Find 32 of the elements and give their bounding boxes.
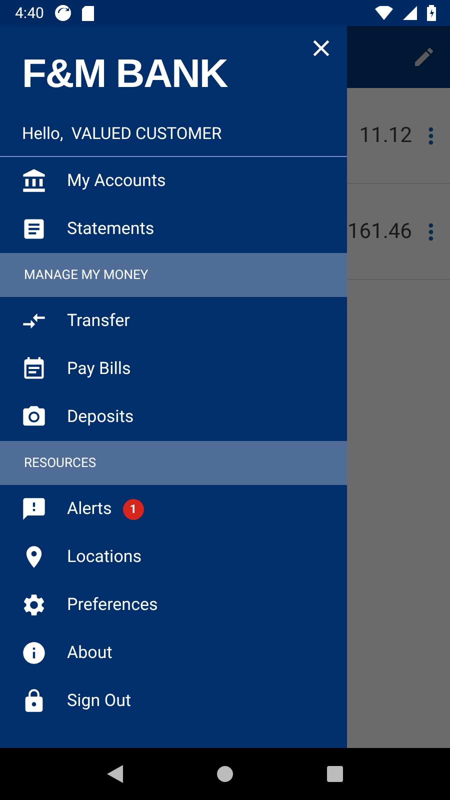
menu-item[interactable]: Sign Out — [67, 691, 132, 711]
bank-icon — [21, 168, 47, 194]
battery-icon — [427, 5, 436, 21]
sync-icon — [54, 4, 72, 22]
balance-amount: 161.46 — [347, 220, 412, 244]
chat-alert-icon — [21, 496, 47, 522]
menu-item[interactable]: Alerts — [67, 499, 112, 519]
home-icon[interactable] — [217, 766, 233, 782]
menu-item[interactable]: Statements — [67, 219, 154, 239]
menu-item[interactable]: Preferences — [67, 595, 158, 615]
settings-icon — [21, 592, 47, 618]
greeting: Hello, VALUED CUSTOMER — [22, 125, 222, 144]
menu-item[interactable]: Locations — [67, 547, 142, 567]
menu-item[interactable]: Transfer — [67, 311, 130, 331]
calendar-icon — [21, 356, 47, 382]
bank-logo: F&M BANK — [22, 52, 228, 96]
back-icon[interactable] — [107, 765, 123, 783]
status-time: 4:40 — [15, 4, 44, 22]
count-badge: 1 — [122, 498, 144, 520]
section-header: MANAGE MY MONEY — [0, 253, 347, 297]
wifi-icon — [375, 6, 393, 20]
sd-card-icon — [82, 6, 94, 20]
edit-icon[interactable] — [412, 45, 436, 69]
balance-amount: 11.12 — [359, 124, 412, 148]
section-header: RESOURCES — [0, 441, 347, 485]
signal-icon — [403, 6, 417, 20]
menu-item[interactable]: My Accounts — [67, 171, 166, 191]
menu-item[interactable]: About — [67, 643, 112, 663]
menu-item[interactable]: Deposits — [67, 407, 134, 427]
close-button[interactable]: × — [308, 36, 335, 60]
info-icon — [21, 640, 47, 666]
menu-item[interactable]: Pay Bills — [67, 359, 131, 379]
